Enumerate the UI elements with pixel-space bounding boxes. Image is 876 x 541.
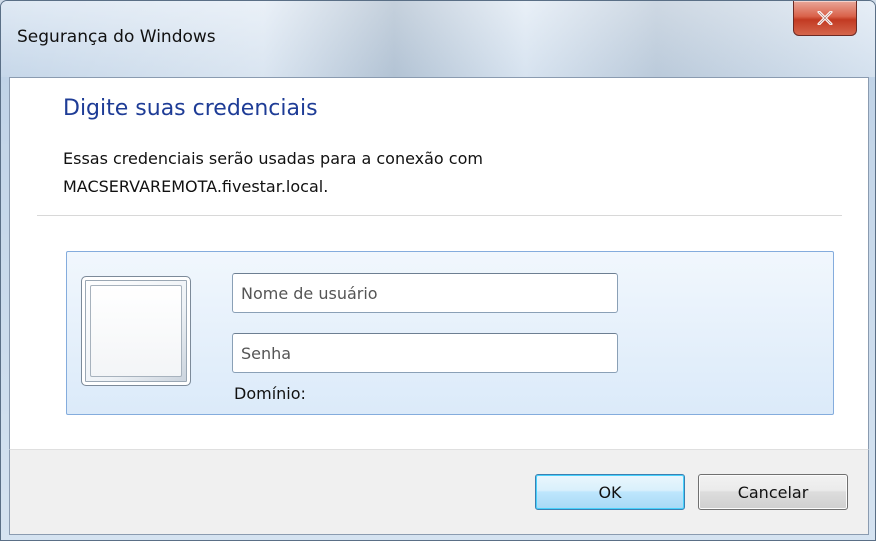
domain-label: Domínio: (234, 384, 306, 403)
user-tile-frame (90, 285, 182, 377)
dialog-description: Essas credenciais serão usadas para a co… (63, 145, 763, 201)
credential-tile: Domínio: (66, 251, 834, 415)
window-title: Segurança do Windows (17, 27, 216, 47)
password-field[interactable] (232, 333, 618, 373)
button-bar: OK Cancelar (9, 449, 869, 535)
close-icon (817, 11, 833, 25)
title-bar[interactable]: Segurança do Windows (1, 1, 875, 77)
divider (37, 215, 842, 216)
credentials-dialog: Segurança do Windows Digite suas credenc… (0, 0, 876, 541)
dialog-heading: Digite suas credenciais (63, 96, 318, 121)
username-field[interactable] (232, 273, 618, 313)
description-line-2: MACSERVAREMOTA.fivestar.local. (63, 177, 329, 196)
ok-button[interactable]: OK (535, 474, 685, 510)
description-line-1: Essas credenciais serão usadas para a co… (63, 149, 483, 168)
user-tile-icon (81, 276, 191, 386)
dialog-content: Digite suas credenciais Essas credenciai… (9, 77, 869, 450)
close-button[interactable] (793, 1, 857, 36)
cancel-button[interactable]: Cancelar (698, 474, 848, 510)
